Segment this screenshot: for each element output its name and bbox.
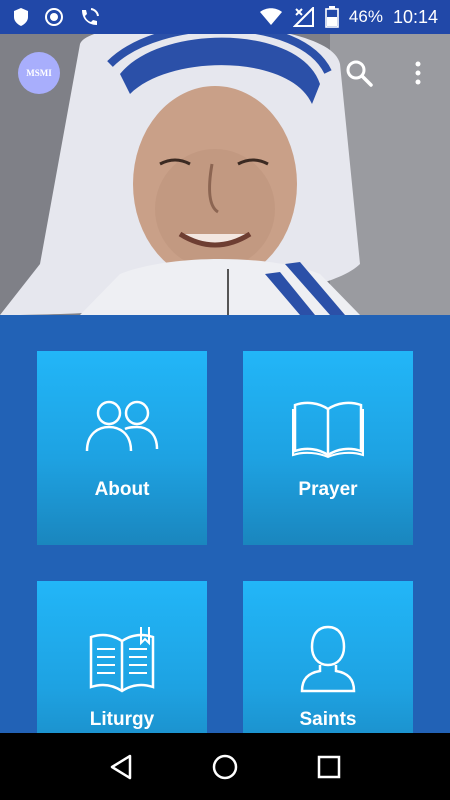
tile-saints-label: Saints: [299, 709, 357, 730]
record-icon: [45, 8, 63, 26]
wifi-call-icon: [82, 8, 99, 25]
bible-icon: [89, 627, 155, 693]
battery-icon: [325, 6, 339, 28]
tile-prayer[interactable]: Prayer: [243, 351, 413, 545]
no-signal-icon: [292, 7, 314, 27]
system-nav-bar: [0, 733, 450, 800]
status-bar: 46% 10:14: [0, 0, 450, 34]
app-logo[interactable]: MSMI: [18, 52, 60, 94]
tile-liturgy[interactable]: Liturgy: [37, 581, 207, 733]
battery-percent: 46%: [348, 7, 383, 26]
home-icon[interactable]: [211, 753, 239, 781]
tile-about-label: About: [94, 479, 150, 500]
recents-icon[interactable]: [316, 754, 342, 780]
shield-icon: [14, 8, 28, 26]
person-icon: [300, 625, 356, 693]
wifi-icon: [259, 8, 282, 25]
logo-text: MSMI: [26, 68, 52, 78]
tile-prayer-label: Prayer: [298, 479, 358, 500]
menu-grid: About Prayer Liturgy Saints: [0, 315, 450, 733]
people-icon: [85, 400, 159, 452]
book-open-icon: [292, 401, 364, 459]
more-vert-icon[interactable]: [407, 58, 429, 88]
portrait-illustration: [0, 34, 450, 315]
back-icon[interactable]: [108, 753, 134, 781]
search-icon[interactable]: [344, 58, 374, 88]
clock: 10:14: [392, 6, 438, 27]
tile-about[interactable]: About: [37, 351, 207, 545]
tile-liturgy-label: Liturgy: [89, 709, 155, 730]
hero-image: MSMI: [0, 34, 450, 315]
tile-saints[interactable]: Saints: [243, 581, 413, 733]
